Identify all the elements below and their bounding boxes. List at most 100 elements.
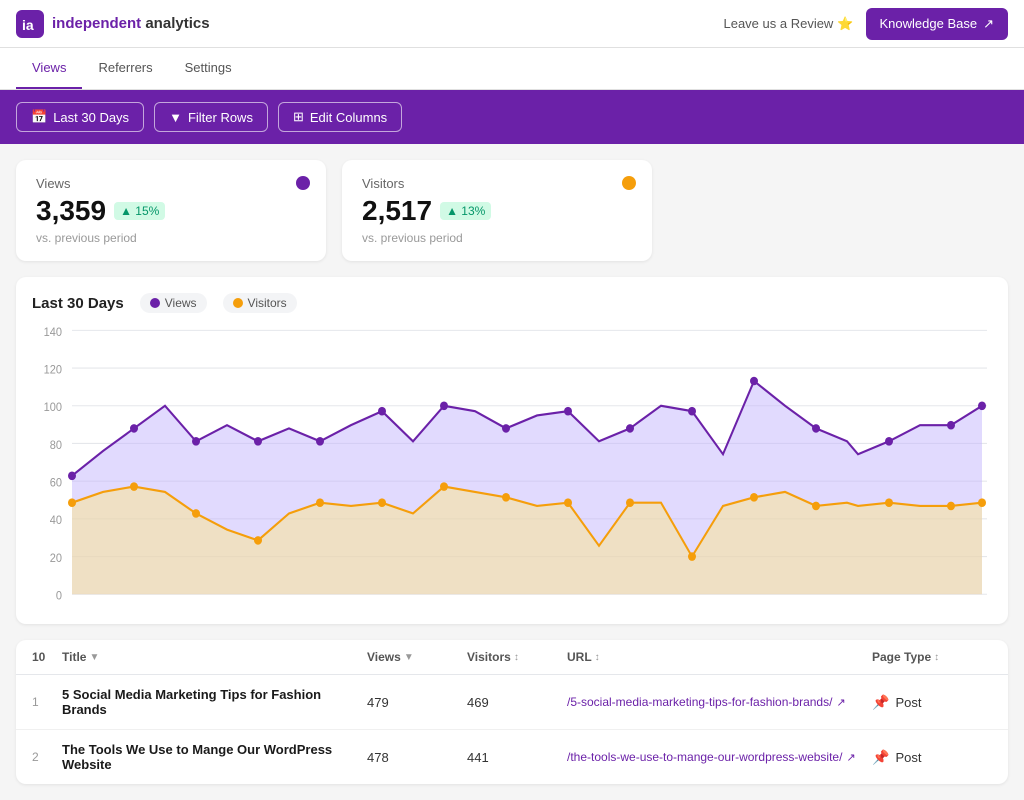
logo-text-2: analytics: [145, 15, 209, 32]
col-views-header[interactable]: Views ▼: [367, 650, 467, 664]
col-title-header[interactable]: Title ▼: [62, 650, 367, 664]
leave-review-link[interactable]: Leave us a Review ⭐: [723, 16, 853, 32]
chart-header: Last 30 Days Views Visitors: [32, 293, 992, 313]
visitors-dot-14: [947, 502, 955, 511]
legend-visitors-label: Visitors: [248, 296, 287, 310]
row-1-pagetype: 📌 Post: [872, 694, 992, 711]
stat-card-views: Views 3,359 ▲ 15% vs. previous period: [16, 160, 326, 261]
logo-text-1: independent: [52, 15, 141, 32]
chart-title: Last 30 Days: [32, 295, 124, 312]
tab-views[interactable]: Views: [16, 48, 82, 89]
row-1-pagetype-label: Post: [895, 695, 921, 710]
col-pagetype-label: Page Type: [872, 650, 931, 664]
external-link-icon: ↗: [846, 751, 855, 764]
knowledge-base-button[interactable]: Knowledge Base ↗: [866, 8, 1008, 40]
filter-rows-button[interactable]: ▼ Filter Rows: [154, 102, 268, 132]
row-2-views: 478: [367, 750, 467, 765]
views-dot-5: [378, 407, 386, 416]
visitors-label: Visitors: [362, 176, 632, 191]
visitors-dot-9: [626, 498, 634, 507]
svg-text:140: 140: [44, 326, 62, 338]
visitors-dot-1: [130, 482, 138, 491]
row-2-pagetype: 📌 Post: [872, 749, 992, 766]
views-dot-12: [812, 424, 820, 433]
visitors-dot: [622, 176, 636, 190]
views-value: 3,359 ▲ 15%: [36, 195, 306, 227]
col-views-label: Views: [367, 650, 401, 664]
chart-container: Last 30 Days Views Visitors 0 20 40 60 8…: [16, 277, 1008, 624]
views-dot-0: [68, 471, 76, 480]
row-1-title[interactable]: 5 Social Media Marketing Tips for Fashio…: [62, 687, 367, 717]
svg-text:ia: ia: [22, 17, 34, 33]
edit-columns-button[interactable]: ⊞ Edit Columns: [278, 102, 402, 132]
svg-text:20: 20: [50, 553, 62, 565]
visitors-badge: ▲ 13%: [440, 202, 491, 220]
views-dot-2: [192, 437, 200, 446]
views-dot-1: [130, 424, 138, 433]
legend-views: Views: [140, 293, 207, 313]
legend-views-dot: [150, 298, 160, 308]
visitors-dot-11: [750, 493, 758, 502]
visitors-dot-4: [316, 498, 324, 507]
visitors-number: 2,517: [362, 195, 432, 227]
sort-url-icon: ↕: [595, 652, 600, 663]
stat-card-visitors: Visitors 2,517 ▲ 13% vs. previous period: [342, 160, 652, 261]
row-1-visitors: 469: [467, 695, 567, 710]
views-dot-3: [254, 437, 262, 446]
row-2-title[interactable]: The Tools We Use to Mange Our WordPress …: [62, 742, 367, 772]
views-dot-4: [316, 437, 324, 446]
logo-icon: ia: [16, 10, 44, 38]
views-badge: ▲ 15%: [114, 202, 165, 220]
filter-rows-label: Filter Rows: [188, 110, 253, 125]
post-icon: 📌: [872, 694, 889, 711]
views-label: Views: [36, 176, 306, 191]
views-number: 3,359: [36, 195, 106, 227]
row-2-url-text: /the-tools-we-use-to-mange-our-wordpress…: [567, 750, 842, 764]
tab-settings[interactable]: Settings: [169, 48, 248, 89]
row-1-views: 479: [367, 695, 467, 710]
views-dot-8: [564, 407, 572, 416]
stats-row: Views 3,359 ▲ 15% vs. previous period Vi…: [0, 144, 1024, 277]
views-dot-14: [947, 421, 955, 430]
row-1-num: 1: [32, 695, 62, 709]
logo: ia independent analytics: [16, 10, 210, 38]
visitors-value: 2,517 ▲ 13%: [362, 195, 632, 227]
tab-referrers[interactable]: Referrers: [82, 48, 168, 89]
sort-pagetype-icon: ↕: [934, 652, 939, 663]
views-dot: [296, 176, 310, 190]
visitors-dot-5: [378, 498, 386, 507]
external-link-icon: ↗: [836, 696, 845, 709]
col-visitors-label: Visitors: [467, 650, 511, 664]
row-1-url[interactable]: /5-social-media-marketing-tips-for-fashi…: [567, 695, 872, 709]
toolbar: 📅 Last 30 Days ▼ Filter Rows ⊞ Edit Colu…: [0, 90, 1024, 144]
visitors-dot-2: [192, 509, 200, 518]
svg-text:80: 80: [50, 440, 62, 452]
table-row: 2 The Tools We Use to Mange Our WordPres…: [16, 730, 1008, 784]
star-icon: ⭐: [837, 16, 853, 32]
col-visitors-header[interactable]: Visitors ↕: [467, 650, 567, 664]
col-url-header[interactable]: URL ↕: [567, 650, 872, 664]
visitors-dot-12: [812, 502, 820, 511]
visitors-dot-3: [254, 536, 262, 545]
visitors-dot-10: [688, 552, 696, 561]
edit-columns-label: Edit Columns: [310, 110, 387, 125]
svg-text:100: 100: [44, 402, 62, 414]
svg-text:0: 0: [56, 590, 62, 602]
nav-tabs: Views Referrers Settings: [0, 48, 1024, 90]
col-title-label: Title: [62, 650, 86, 664]
svg-text:60: 60: [50, 477, 62, 489]
views-vs: vs. previous period: [36, 231, 306, 245]
row-2-url[interactable]: /the-tools-we-use-to-mange-our-wordpress…: [567, 750, 872, 764]
views-dot-15: [978, 401, 986, 410]
external-link-icon: ↗: [983, 16, 994, 32]
views-dot-10: [688, 407, 696, 416]
views-dot-9: [626, 424, 634, 433]
svg-text:40: 40: [50, 515, 62, 527]
visitors-dot-6: [440, 482, 448, 491]
row-2-pagetype-label: Post: [895, 750, 921, 765]
post-icon: 📌: [872, 749, 889, 766]
visitors-dot-0: [68, 498, 76, 507]
col-pagetype-header[interactable]: Page Type ↕: [872, 650, 992, 664]
views-dot-13: [885, 437, 893, 446]
date-range-button[interactable]: 📅 Last 30 Days: [16, 102, 144, 132]
